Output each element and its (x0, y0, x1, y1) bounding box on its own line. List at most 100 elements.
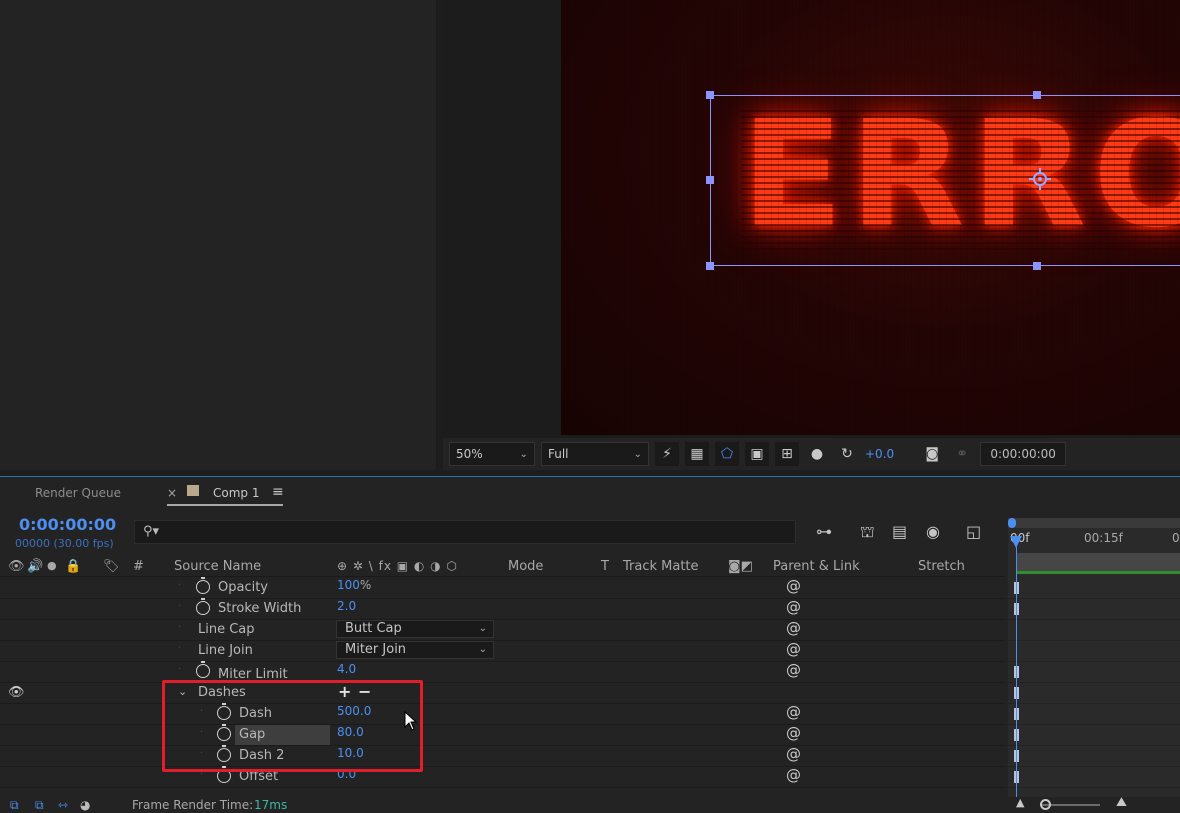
time-navigator-start-handle[interactable] (1008, 518, 1016, 528)
line-join-select[interactable]: Miter Join ⌄ (336, 641, 494, 659)
property-row-dash[interactable]: · Dash 500.0 @ (0, 703, 1005, 725)
column-parent-link: Parent & Link (773, 559, 860, 574)
snapshot-icon[interactable]: ◙ (920, 442, 944, 466)
close-tab-icon[interactable]: × (167, 486, 177, 500)
timeline-status-bar: ⧉ ⧉ ⇿ ◕ Frame Render Time: 17ms ▲ ⛰ (0, 795, 1180, 813)
pick-whip-icon[interactable]: @ (786, 579, 801, 594)
color-channels-icon[interactable]: ● (805, 442, 829, 466)
property-name: Line Cap (198, 622, 255, 637)
composition-icon (187, 485, 199, 496)
track-row (1008, 620, 1180, 641)
pick-whip-icon[interactable]: @ (786, 705, 801, 720)
timeline-tracks[interactable]: 00f 00:15f 0 (1008, 518, 1180, 813)
pick-whip-icon[interactable]: @ (786, 768, 801, 783)
property-row-gap[interactable]: · Gap 80.0 @ (0, 724, 1005, 746)
property-row-miter-limit[interactable]: · Miter Limit 4.0 @ (0, 661, 1005, 683)
composition-canvas[interactable]: ERRO (561, 0, 1180, 435)
stopwatch-icon[interactable] (196, 661, 210, 678)
zoom-slider-handle[interactable] (1040, 799, 1051, 810)
zoom-out-icon[interactable]: ▲ (1016, 796, 1024, 809)
lock-icon[interactable]: 🔒 (65, 559, 81, 574)
chevron-down-icon: ⌄ (478, 623, 487, 634)
layer-bounding-box[interactable] (706, 91, 1180, 270)
label-tag-icon[interactable]: 🏷 (103, 559, 120, 574)
column-switches: ⊕ ✲ \ fx ▣ ◐ ◑ ⬡ (337, 559, 458, 573)
transform-handle[interactable] (1033, 91, 1041, 99)
pick-whip-icon[interactable]: @ (786, 747, 801, 762)
layer-switches-toggle-icon[interactable]: ⧉ (10, 798, 19, 813)
line-cap-select[interactable]: Butt Cap ⌄ (336, 620, 494, 638)
anchor-point-icon[interactable] (1029, 168, 1051, 190)
chevron-down-icon: ⌄ (633, 448, 642, 460)
frame-blending-icon[interactable]: ▤ (892, 522, 907, 541)
zoom-dropdown[interactable]: 50% ⌄ (449, 442, 535, 466)
work-area-bar[interactable] (1016, 553, 1180, 571)
column-source-name[interactable]: Source Name (174, 559, 261, 574)
solo-icon[interactable]: ● (47, 559, 57, 572)
highlight-annotation-box (162, 680, 423, 772)
column-mode: Mode (508, 559, 544, 574)
indent-marker: · (178, 580, 182, 591)
eye-icon[interactable]: 👁 (8, 685, 25, 700)
track-row (1008, 641, 1180, 662)
stopwatch-icon[interactable] (196, 598, 210, 615)
resolution-dropdown[interactable]: Full ⌄ (541, 442, 649, 466)
transform-handle[interactable] (706, 262, 714, 270)
property-value[interactable]: 100% (337, 578, 371, 592)
unit-label: % (359, 578, 372, 592)
composition-flowchart-icon[interactable]: ⊶ (816, 522, 832, 541)
zoom-in-icon[interactable]: ⛰ (1116, 795, 1127, 810)
show-snapshot-icon[interactable]: ⚭ (950, 442, 974, 466)
graph-editor-icon[interactable]: ◱ (966, 522, 981, 541)
region-of-interest-icon[interactable]: ▣ (745, 442, 769, 466)
property-row-opacity[interactable]: · Opacity 100% @ (0, 577, 1005, 599)
composition-viewer: ERRO 50% ⌄ Full ⌄ ⚡ ▦ ⬠ ▣ ⊞ ● ↻ +0.0 ◙ ⚭… (443, 0, 1180, 470)
pick-whip-icon[interactable]: @ (786, 600, 801, 615)
property-group-dashes[interactable]: 👁 ⌄ Dashes + − (0, 682, 1005, 704)
pick-whip-icon[interactable]: @ (786, 621, 801, 636)
playhead-line[interactable] (1016, 542, 1017, 813)
render-time-toggle-icon[interactable]: ◕ (80, 798, 90, 812)
reset-exposure-icon[interactable]: ↻ (835, 442, 859, 466)
timeline-search-input[interactable]: ⚲▾ (134, 520, 796, 544)
indent-marker: · (178, 664, 182, 675)
property-value[interactable]: 2.0 (337, 599, 356, 613)
tab-comp-1[interactable]: Comp 1 (213, 486, 259, 500)
property-row-line-cap[interactable]: · Line Cap Butt Cap ⌄ @ (0, 620, 1005, 641)
pick-whip-icon[interactable]: @ (786, 726, 801, 741)
stopwatch-icon[interactable] (196, 577, 210, 594)
property-value[interactable]: 4.0 (337, 662, 356, 676)
current-time-display[interactable]: 0:00:00:00 (19, 515, 116, 534)
property-row-line-join[interactable]: · Line Join Miter Join ⌄ @ (0, 641, 1005, 662)
transform-handle[interactable] (1033, 262, 1041, 270)
audio-icon[interactable]: 🔊 (27, 559, 43, 574)
property-row-offset[interactable]: · Offset 0.0 @ (0, 766, 1005, 788)
draft-3d-icon[interactable]: ⛫ (860, 522, 875, 543)
fast-preview-icon[interactable]: ⚡ (655, 442, 679, 466)
track-row (1008, 746, 1180, 767)
pick-whip-icon[interactable]: @ (786, 642, 801, 657)
exposure-value[interactable]: +0.0 (865, 447, 894, 461)
video-visibility-icon[interactable]: 👁 (8, 559, 25, 574)
opacity-value[interactable]: 100 (337, 578, 360, 592)
mask-visibility-icon[interactable]: ⬠ (715, 442, 739, 466)
property-name: Line Join (198, 643, 253, 658)
transform-handle[interactable] (706, 91, 714, 99)
grid-guides-icon[interactable]: ⊞ (775, 442, 799, 466)
panel-menu-icon[interactable]: ≡ (272, 484, 284, 500)
transfer-controls-toggle-icon[interactable]: ⧉ (35, 798, 44, 813)
tab-render-queue[interactable]: Render Queue (35, 486, 121, 500)
motion-blur-icon[interactable]: ◉ (926, 522, 940, 541)
pick-whip-icon[interactable]: @ (786, 663, 801, 678)
frame-render-time-value: 17ms (254, 798, 288, 812)
in-out-toggle-icon[interactable]: ⇿ (58, 798, 68, 812)
layer-duration-bar[interactable] (1016, 571, 1180, 574)
indent-marker: · (178, 601, 182, 612)
time-navigator-bar[interactable] (1008, 518, 1180, 528)
transparency-grid-icon[interactable]: ▦ (685, 442, 709, 466)
property-row-dash-2[interactable]: · Dash 2 10.0 @ (0, 745, 1005, 767)
transform-handle[interactable] (706, 176, 714, 184)
viewer-timecode[interactable]: 0:00:00:00 (980, 442, 1067, 466)
property-row-stroke-width[interactable]: · Stroke Width 2.0 @ (0, 598, 1005, 620)
mouse-cursor-icon (404, 711, 418, 731)
